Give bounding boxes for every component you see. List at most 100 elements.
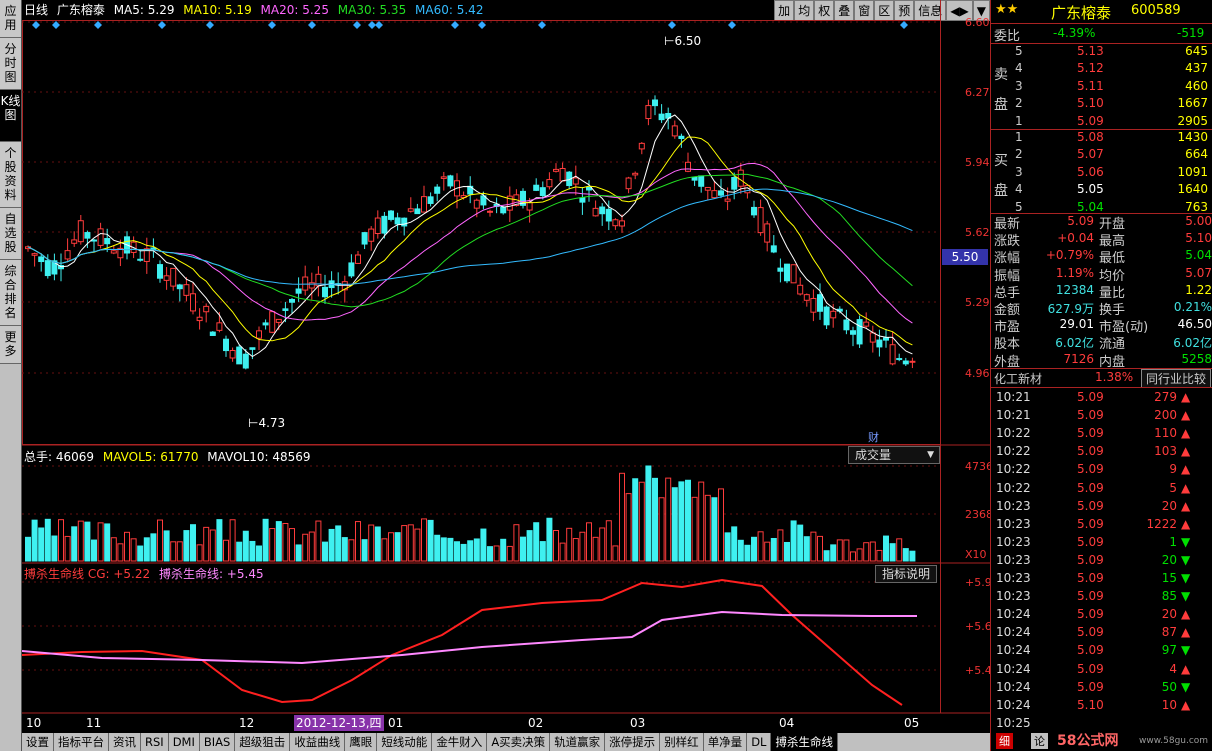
tick-time: 10:24 bbox=[996, 607, 1031, 622]
candle-body bbox=[612, 219, 619, 227]
left-tab-2[interactable]: K线图 bbox=[0, 90, 21, 142]
buy-side-label: 买盘 bbox=[994, 153, 1008, 199]
volume-bar bbox=[368, 524, 375, 562]
candle-body bbox=[764, 223, 771, 243]
left-tab-3[interactable]: 个股资料 bbox=[0, 142, 21, 208]
candle-body bbox=[856, 319, 863, 345]
bottom-tab-7[interactable]: 收益曲线 bbox=[290, 733, 346, 751]
bottom-tab-12[interactable]: 轨道赢家 bbox=[550, 733, 606, 751]
tick-row: 10:24 5.09 97 ▼ bbox=[991, 641, 1212, 659]
left-tab-5[interactable]: 综合排名 bbox=[0, 260, 21, 326]
volume-bar bbox=[500, 538, 507, 562]
candle-body bbox=[850, 330, 856, 335]
price-axis-label: 5.94 bbox=[965, 156, 990, 169]
arrow-down-icon: ▼ bbox=[1181, 679, 1191, 694]
bottom-tab-14[interactable]: 别样红 bbox=[660, 733, 704, 751]
bottom-tab-17[interactable]: 搏杀生命线 bbox=[771, 733, 838, 751]
left-tab-4[interactable]: 自选股 bbox=[0, 208, 21, 260]
order-volume: 664 bbox=[1185, 147, 1208, 162]
candle-body bbox=[262, 322, 269, 326]
order-level: 4 bbox=[1015, 61, 1023, 76]
tick-volume: 1 bbox=[1169, 534, 1177, 549]
tick-row: 10:21 5.09 279 ▲ bbox=[991, 388, 1212, 406]
left-tab-0[interactable]: 应用 bbox=[0, 0, 21, 38]
tick-time: 10:24 bbox=[996, 697, 1031, 712]
indicator-cg-line bbox=[22, 578, 903, 706]
bottom-tab-13[interactable]: 涨停提示 bbox=[605, 733, 661, 751]
bottom-tab-16[interactable]: DL bbox=[747, 733, 772, 751]
volume-bar bbox=[394, 532, 401, 562]
volume-bar bbox=[289, 528, 295, 562]
volume-bar bbox=[612, 545, 619, 562]
left-tab-1[interactable]: 分时图 bbox=[0, 38, 21, 90]
bottom-tab-2[interactable]: 资讯 bbox=[109, 733, 141, 751]
candle-body bbox=[473, 199, 480, 209]
volume-bar bbox=[724, 532, 731, 562]
bottom-tab-9[interactable]: 短线动能 bbox=[377, 733, 433, 751]
candle-body bbox=[539, 187, 546, 197]
volume-bar bbox=[421, 518, 427, 562]
indicator-life-line bbox=[22, 610, 917, 665]
tick-time: 10:24 bbox=[996, 643, 1031, 658]
stat-label: 涨跌 bbox=[994, 234, 1021, 250]
indicator-cg-label: 搏杀生命线 CG: +5.22 bbox=[24, 567, 151, 581]
bottom-tab-10[interactable]: 金牛财入 bbox=[432, 733, 488, 751]
stat-label: 涨幅 bbox=[994, 251, 1021, 267]
left-tab-6[interactable]: 更多 bbox=[0, 326, 21, 364]
candle-body bbox=[704, 186, 711, 191]
candle-body bbox=[817, 294, 823, 312]
volume-bar bbox=[447, 537, 454, 562]
tick-volume: 1222 bbox=[1146, 516, 1177, 531]
bottom-tab-1[interactable]: 指标平台 bbox=[54, 733, 109, 751]
order-price: 5.06 bbox=[1077, 164, 1104, 179]
bottom-tab-0[interactable]: 设置 bbox=[22, 733, 54, 751]
order-price: 5.04 bbox=[1077, 199, 1104, 214]
volume-total-label: 总手: 46069 bbox=[24, 450, 95, 464]
bottom-tab-5[interactable]: BIAS bbox=[200, 733, 236, 751]
stat-label-2: 内盘 bbox=[1099, 354, 1126, 370]
bottom-tab-3[interactable]: RSI bbox=[141, 733, 169, 751]
order-volume: 645 bbox=[1185, 44, 1208, 58]
volume-bar bbox=[658, 497, 665, 562]
tick-row: 10:23 5.09 20 ▲ bbox=[991, 497, 1212, 515]
candle-body bbox=[658, 113, 665, 121]
bottom-tab-6[interactable]: 超级狙击 bbox=[235, 733, 291, 751]
candle-body bbox=[810, 297, 817, 313]
tab-detail[interactable]: 细 bbox=[996, 733, 1013, 749]
volume-bar bbox=[104, 523, 111, 562]
tick-time: 10:23 bbox=[996, 534, 1031, 549]
tick-price: 5.09 bbox=[1077, 643, 1104, 658]
volume-bar bbox=[341, 537, 348, 562]
stat-label: 市盈 bbox=[994, 320, 1021, 336]
indicator-help-button[interactable]: 指标说明 bbox=[875, 565, 938, 583]
volume-bar bbox=[566, 527, 573, 562]
industry-compare-button[interactable]: 同行业比较 bbox=[1141, 369, 1212, 388]
candle-body bbox=[427, 196, 434, 204]
volume-bar bbox=[58, 519, 64, 562]
bottom-tab-4[interactable]: DMI bbox=[169, 733, 200, 751]
kline-chart-area[interactable]: 日线 广东榕泰 MA5: 5.29 MA10: 5.19 MA20: 5.25 … bbox=[22, 0, 1000, 733]
bottom-tab-8[interactable]: 鹰眼 bbox=[345, 733, 378, 751]
volume-bar bbox=[157, 519, 163, 562]
candle-body bbox=[91, 239, 97, 242]
candle-body bbox=[711, 190, 718, 199]
volume-bar bbox=[671, 487, 678, 562]
finance-badge[interactable]: 财 bbox=[868, 429, 879, 445]
tick-volume: 20 bbox=[1161, 498, 1177, 513]
tick-row: 10:23 5.09 1 ▼ bbox=[991, 533, 1212, 551]
price-axis-label: 6.27 bbox=[965, 86, 990, 99]
order-level: 5 bbox=[1015, 199, 1023, 214]
tab-forum[interactable]: 论 bbox=[1031, 733, 1048, 749]
candle-body bbox=[44, 260, 51, 277]
bottom-tab-15[interactable]: 单净量 bbox=[704, 733, 748, 751]
stat-label-2: 市盈(动) bbox=[1099, 320, 1149, 336]
left-sidebar: 应用 分时图 K线图 个股资料 自选股 综合排名 更多 bbox=[0, 0, 22, 751]
stat-value-2: 0.21% bbox=[1173, 300, 1212, 314]
volume-bar bbox=[302, 533, 309, 562]
candle-body bbox=[289, 299, 295, 303]
bottom-tab-11[interactable]: A买卖决策 bbox=[487, 733, 551, 751]
stat-value: 7126 bbox=[1063, 351, 1094, 366]
order-volume: 1667 bbox=[1177, 96, 1208, 111]
tick-volume: 20 bbox=[1161, 607, 1177, 622]
volume-dropdown[interactable]: 成交量 ▼ bbox=[848, 446, 940, 464]
